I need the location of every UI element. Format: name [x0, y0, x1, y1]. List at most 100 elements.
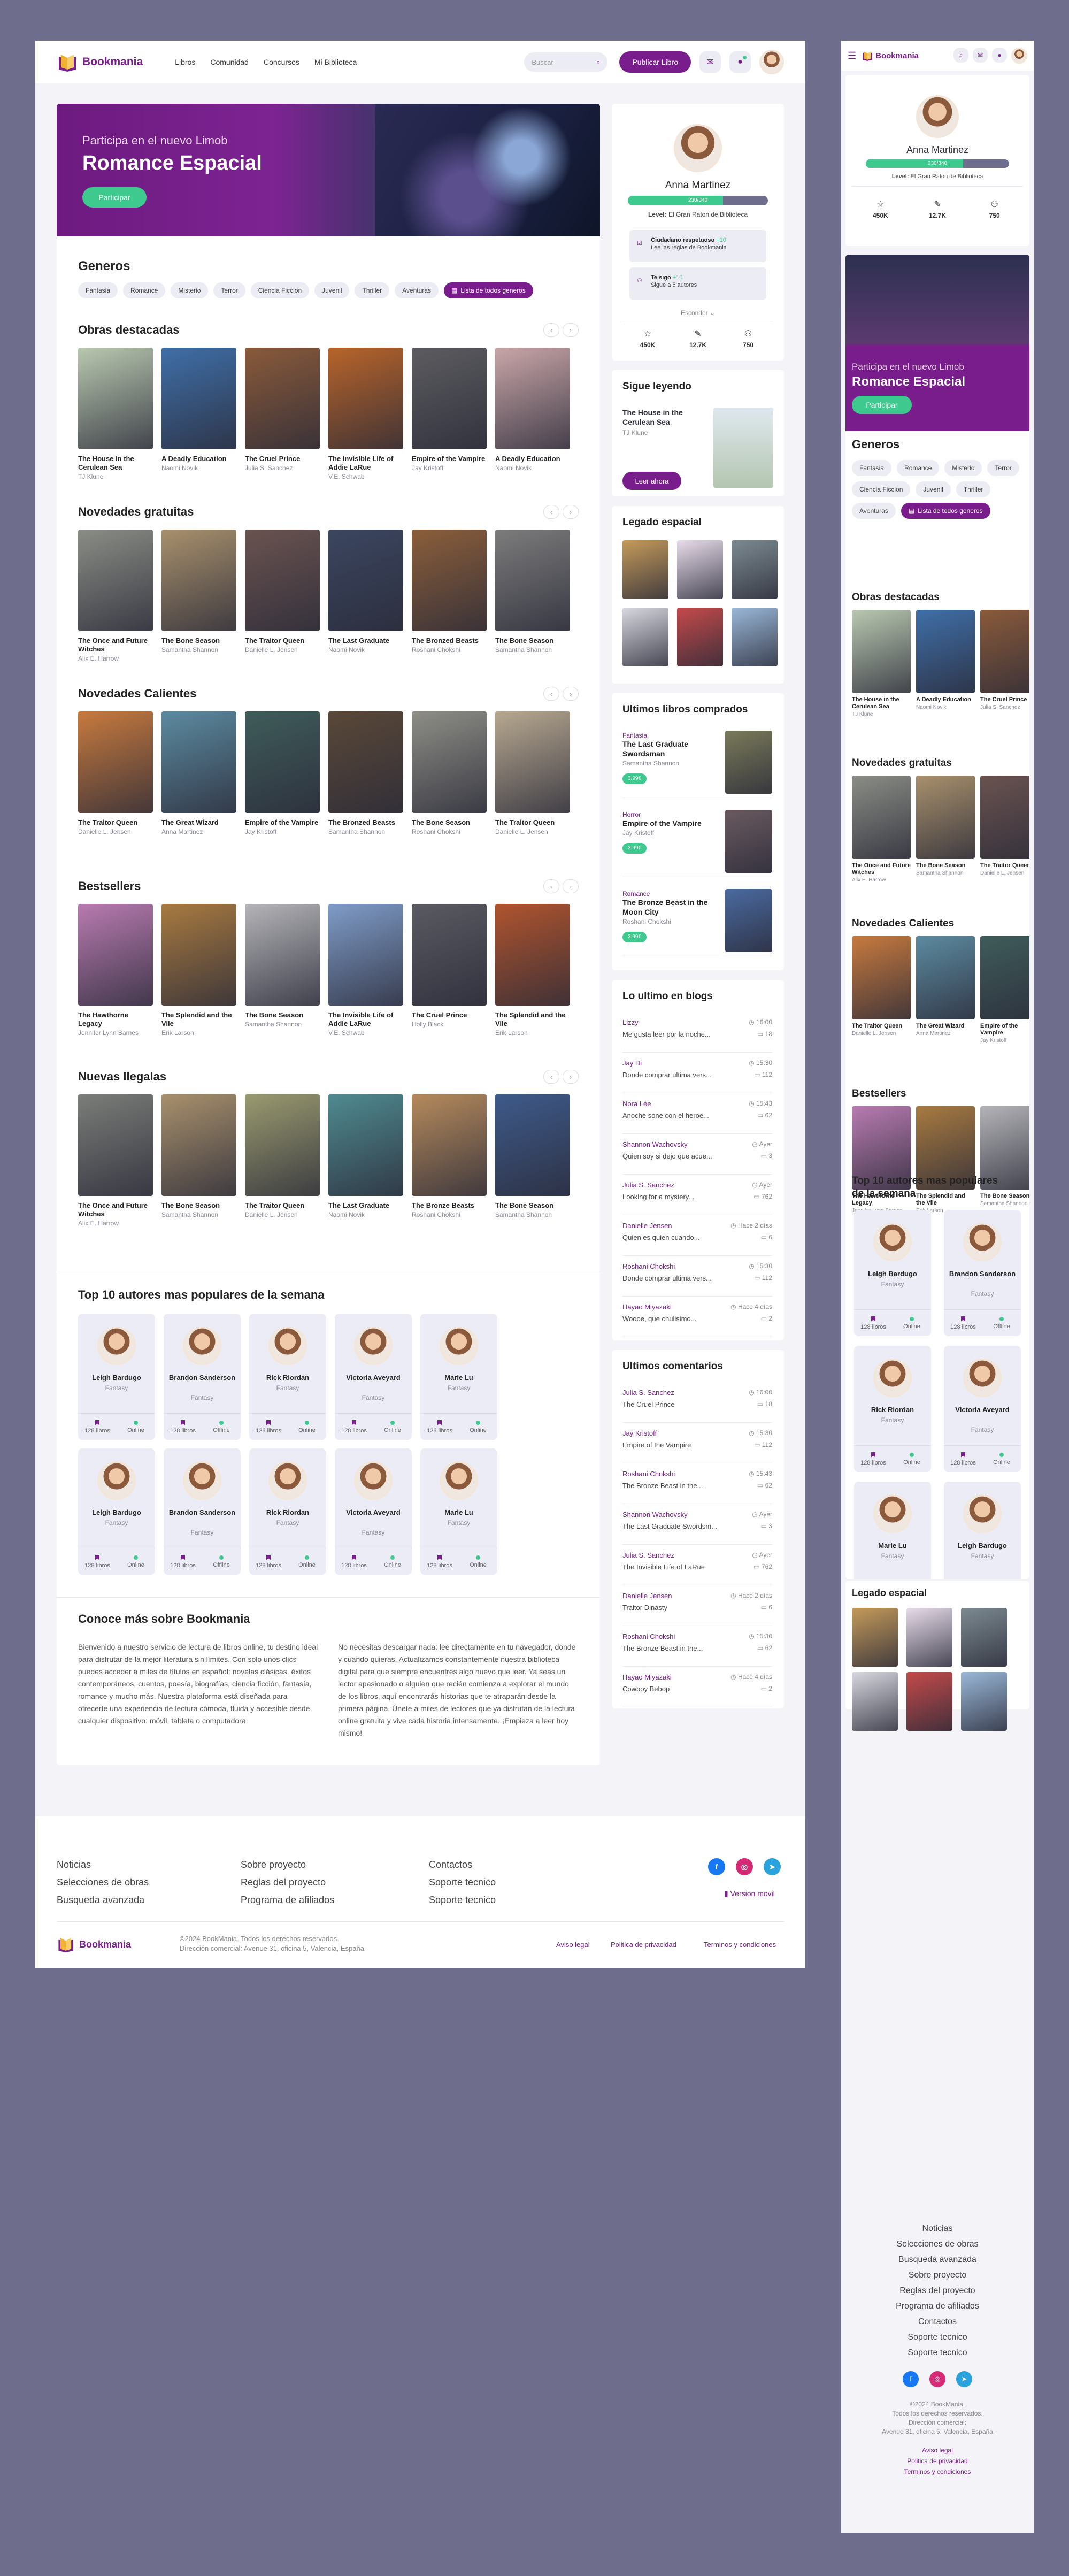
continue-book-title[interactable]: The House in the Cerulean Sea [622, 408, 697, 427]
footer-logo[interactable]: Bookmania [57, 1935, 131, 1953]
book-cover[interactable] [412, 904, 487, 1006]
legacy-cover[interactable] [622, 540, 668, 599]
all-genres-button[interactable]: ▤ Lista de todos generos [901, 503, 990, 519]
book-card[interactable]: The Cruel Prince Julia S. Sanchez [245, 348, 320, 481]
genre-chip[interactable]: Ciencia Ficcion [250, 282, 310, 298]
genre-chip[interactable]: Romance [123, 282, 166, 298]
book-cover[interactable] [78, 711, 153, 813]
book-title[interactable]: The Bone Season [495, 637, 570, 645]
book-cover[interactable] [78, 1094, 153, 1196]
book-cover[interactable] [980, 610, 1029, 693]
book-cover[interactable] [916, 610, 975, 693]
hero-banner[interactable]: Participa en el nuevo Limob Romance Espa… [845, 255, 1029, 431]
book-cover[interactable] [495, 711, 570, 813]
terms-link[interactable]: Terminos y condiciones [704, 1941, 776, 1949]
chevron-left-icon[interactable]: ‹ [543, 879, 559, 893]
book-cover[interactable] [412, 530, 487, 631]
book-card[interactable]: The House in the Cerulean Sea TJ Klune [78, 348, 153, 481]
book-title[interactable]: The Traitor Queen [245, 1201, 320, 1210]
comments-item[interactable]: Danielle Jensen Traitor Dinasty ◷ Hace 2 … [622, 1585, 772, 1626]
genre-chip[interactable]: Aventuras [395, 282, 439, 298]
book-title[interactable]: A Deadly Education [161, 455, 236, 463]
publish-button[interactable]: Publicar Libro [619, 51, 691, 73]
book-card[interactable]: The Splendid and the Vile Erik Larson [161, 904, 236, 1037]
blogs-item[interactable]: Lizzy Me gusta leer por la noche... ◷ 16:… [622, 1012, 772, 1053]
read-now-button[interactable]: Leer ahora [622, 472, 681, 490]
book-cover[interactable] [245, 904, 320, 1006]
book-cover[interactable] [852, 936, 911, 1019]
comments-item[interactable]: Julia S. Sanchez The Cruel Prince ◷ 16:00… [622, 1382, 772, 1423]
book-cover[interactable] [328, 711, 403, 813]
legal-link[interactable]: Aviso legal [556, 1941, 590, 1949]
book-cover[interactable] [328, 530, 403, 631]
avatar[interactable] [1011, 48, 1027, 64]
book-card[interactable]: The Bronzed Beasts Samantha Shannon [328, 711, 403, 836]
comments-item[interactable]: Roshani Chokshi The Bronze Beast in the..… [622, 1463, 772, 1504]
author-name[interactable]: Marie Lu [420, 1374, 497, 1382]
book-title[interactable]: The Splendid and the Vile [161, 1011, 236, 1028]
book-title[interactable]: Empire of the Vampire [412, 455, 487, 463]
chevron-right-icon[interactable]: › [563, 505, 579, 519]
book-title[interactable]: The Cruel Prince [412, 1011, 487, 1019]
book-card[interactable]: The Bronze Beasts Roshani Chokshi [412, 1094, 487, 1228]
book-card[interactable]: The House in the Cerulean Sea TJ Klune [852, 610, 911, 718]
book-cover[interactable] [980, 776, 1029, 859]
blogs-item[interactable]: Roshani Chokshi Donde comprar ultima vers… [622, 1256, 772, 1297]
book-title[interactable]: The Last Graduate [328, 637, 403, 645]
author-card[interactable]: Marie Lu Fantasy 128 librosOnline [420, 1448, 497, 1575]
book-card[interactable]: The Bronzed Beasts Roshani Chokshi [412, 530, 487, 663]
genre-chip[interactable]: Fantasia [78, 282, 118, 298]
chevron-left-icon[interactable]: ‹ [543, 505, 559, 519]
search-input[interactable]: Buscar ⌕ [524, 52, 608, 72]
facebook-icon[interactable]: f [708, 1858, 725, 1875]
author-card[interactable]: Rick Riordan Fantasy 128 libros Online [249, 1448, 326, 1575]
book-card[interactable]: The Once and Future Witches Alix E. Harr… [78, 1094, 153, 1228]
book-title[interactable]: The Bronze Beasts [412, 1201, 487, 1210]
search-icon[interactable]: ⌕ [596, 58, 600, 66]
book-cover[interactable] [245, 348, 320, 449]
chevron-left-icon[interactable]: ‹ [543, 323, 559, 337]
book-title[interactable]: The Bronzed Beasts [412, 637, 487, 645]
book-title[interactable]: The Bone Season [245, 1011, 320, 1019]
book-card[interactable]: The Traitor Queen Danielle L. Jensen [980, 776, 1029, 884]
book-cover[interactable] [328, 348, 403, 449]
author-card[interactable]: Brandon Sanderson Fantasy 128 libros Offl… [164, 1448, 241, 1575]
comments-item[interactable]: Roshani Chokshi The Bronze Beast in the..… [622, 1626, 772, 1667]
book-card[interactable]: The Invisible Life of Addie LaRue V.E. S… [328, 904, 403, 1037]
book-card[interactable]: A Deadly Education Naomi Novik [495, 348, 570, 481]
book-cover[interactable] [412, 348, 487, 449]
book-title[interactable]: The Bronzed Beasts [328, 818, 403, 827]
book-title[interactable]: A Deadly Education [495, 455, 570, 463]
book-title[interactable]: The Once and Future Witches [852, 862, 911, 876]
book-card[interactable]: A Deadly Education Naomi Novik [161, 348, 236, 481]
comments-item[interactable]: Jay Kristoff Empire of the Vampire ◷ 15:3… [622, 1423, 772, 1463]
comments-item[interactable]: Hayao Miyazaki Cowboy Bebop ◷ Hace 4 días… [622, 1667, 772, 1707]
chevron-left-icon[interactable]: ‹ [543, 687, 559, 701]
author-name[interactable]: Leigh Bardugo [854, 1270, 931, 1278]
book-card[interactable]: The Traitor Queen Danielle L. Jensen [245, 1094, 320, 1228]
genre-chip[interactable]: Misterio [171, 282, 209, 298]
blogs-item[interactable]: Julia S. Sanchez Looking for a mystery...… [622, 1175, 772, 1215]
book-title[interactable]: The Cruel Prince [980, 696, 1029, 703]
author-card[interactable]: Leigh Bardugo Fantasy 128 librosOnline [78, 1314, 155, 1440]
book-title[interactable]: A Deadly Education [916, 696, 975, 703]
instagram-icon[interactable]: ◎ [929, 2371, 945, 2387]
book-title[interactable]: The Great Wizard [916, 1023, 975, 1030]
nav-libros[interactable]: Libros [175, 58, 195, 66]
author-card[interactable]: Leigh Bardugo Fantasy 128 librosOnline [944, 1482, 1021, 1579]
privacy-link[interactable]: Politica de privacidad [841, 2456, 1034, 2466]
book-title[interactable]: The Traitor Queen [78, 818, 153, 827]
book-cover[interactable] [161, 530, 236, 631]
author-name[interactable]: Leigh Bardugo [78, 1374, 155, 1382]
book-cover[interactable] [161, 904, 236, 1006]
book-title[interactable]: The Once and Future Witches [78, 1201, 153, 1218]
legacy-cover[interactable] [732, 608, 778, 666]
book-cover[interactable] [161, 711, 236, 813]
book-card[interactable]: The Bone Season Samantha Shannon [916, 776, 975, 884]
book-title[interactable]: The Hawthorne Legacy [78, 1011, 153, 1028]
author-name[interactable]: Rick Riordan [249, 1374, 326, 1382]
legacy-cover[interactable] [852, 1608, 898, 1667]
book-card[interactable]: Empire of the Vampire Jay Kristoff [245, 711, 320, 836]
book-title[interactable]: The Invisible Life of Addie LaRue [328, 1011, 403, 1028]
book-title[interactable]: Empire of the Vampire [980, 1023, 1029, 1037]
